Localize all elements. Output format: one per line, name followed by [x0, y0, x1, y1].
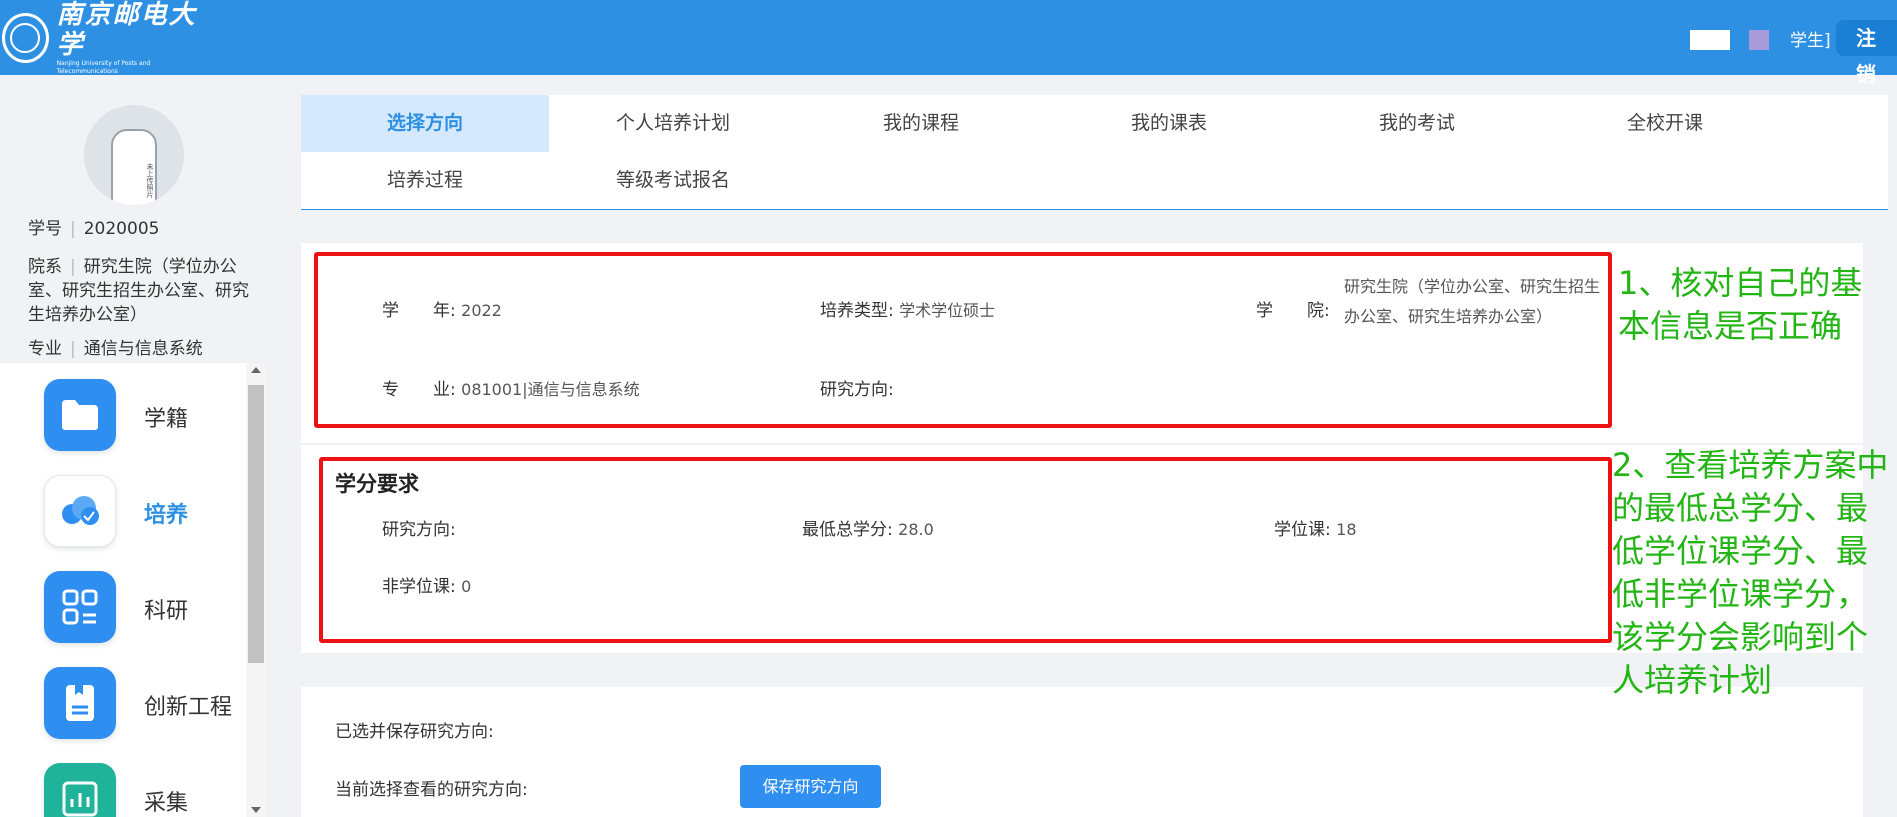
menu-item-research[interactable]: 科研 [0, 555, 246, 651]
avatar-placeholder-text: 未上传照片 [111, 129, 157, 205]
major-value: 通信与信息系统 [83, 339, 203, 359]
current-direction-label: 当前选择查看的研究方向: [335, 780, 528, 800]
chart-icon [44, 763, 116, 817]
user-role-label: 学生] [1790, 31, 1831, 51]
menu-label-research: 科研 [144, 599, 189, 624]
folder-icon [44, 379, 116, 451]
student-id-row: 学号 | 2020005 [28, 219, 160, 239]
menu-scrollbar[interactable] [246, 363, 266, 817]
tab-all-courses[interactable]: 全校开课 [1541, 95, 1789, 152]
save-direction-button[interactable]: 保存研究方向 [740, 765, 881, 808]
university-emblem-icon [2, 13, 49, 63]
menu-label-training: 培养 [144, 503, 189, 528]
top-header: 南京邮电大学 Nanjing University of Posts and T… [0, 0, 1897, 86]
tab-bar: 选择方向 个人培养计划 我的课程 我的课表 我的考试 全校开课 培养过程 等级考… [301, 95, 1888, 210]
saved-direction-label: 已选并保存研究方向: [335, 722, 494, 742]
student-id-label: 学号 [28, 219, 62, 239]
cloud-icon [44, 475, 116, 547]
tab-training-process[interactable]: 培养过程 [301, 152, 549, 209]
tab-level-exam-signup[interactable]: 等级考试报名 [549, 152, 797, 209]
menu-item-status[interactable]: 学籍 [0, 363, 246, 459]
header-placeholder-purple [1749, 30, 1769, 50]
tab-my-courses[interactable]: 我的课程 [797, 95, 1045, 152]
qrcode-icon [44, 571, 116, 643]
scroll-down-arrow-icon[interactable] [251, 807, 261, 813]
major-row: 专业 | 通信与信息系统 [28, 339, 203, 359]
document-icon [44, 667, 116, 739]
menu-label-status: 学籍 [144, 407, 189, 432]
major-label: 专业 [28, 339, 62, 359]
student-id-value: 2020005 [83, 219, 160, 239]
tab-my-exams[interactable]: 我的考试 [1293, 95, 1541, 152]
menu-item-training[interactable]: 培养 [0, 459, 246, 555]
avatar: 未上传照片 [84, 105, 184, 205]
university-logo[interactable]: 南京邮电大学 Nanjing University of Posts and T… [2, 0, 212, 75]
tab-training-plan[interactable]: 个人培养计划 [549, 95, 797, 152]
scroll-thumb[interactable] [248, 385, 264, 663]
college-label: 院系 [28, 257, 62, 277]
side-menu: 学籍 培养 科研 创新工程 采集 [0, 363, 246, 817]
logo-english-name: Nanjing University of Posts and Telecomm… [56, 60, 151, 75]
direction-selection-panel [301, 687, 1863, 817]
logo-chinese-name: 南京邮电大学 [56, 0, 197, 60]
annotation-box-basic-info [314, 252, 1612, 428]
scroll-up-arrow-icon[interactable] [251, 367, 261, 373]
menu-label-innovation: 创新工程 [144, 695, 233, 720]
tab-select-direction[interactable]: 选择方向 [301, 95, 549, 152]
college-row: 院系 | 研究生院（学位办公室、研究生招生办公室、研究生培养办公室） [28, 257, 249, 325]
annotation-note-1: 1、核对自己的基本信息是否正确 [1618, 264, 1863, 345]
annotation-box-credits [319, 457, 1612, 643]
annotation-note-2: 2、查看培养方案中的最低总学分、最低学位课学分、最低非学位课学分，该学分会影响到… [1612, 446, 1889, 699]
header-placeholder-white [1690, 30, 1730, 50]
menu-item-collection[interactable]: 采集 [0, 747, 246, 817]
menu-item-innovation[interactable]: 创新工程 [0, 651, 246, 747]
menu-label-collection: 采集 [144, 791, 189, 816]
logout-button[interactable]: 注 销 [1836, 20, 1897, 86]
tab-my-schedule[interactable]: 我的课表 [1045, 95, 1293, 152]
